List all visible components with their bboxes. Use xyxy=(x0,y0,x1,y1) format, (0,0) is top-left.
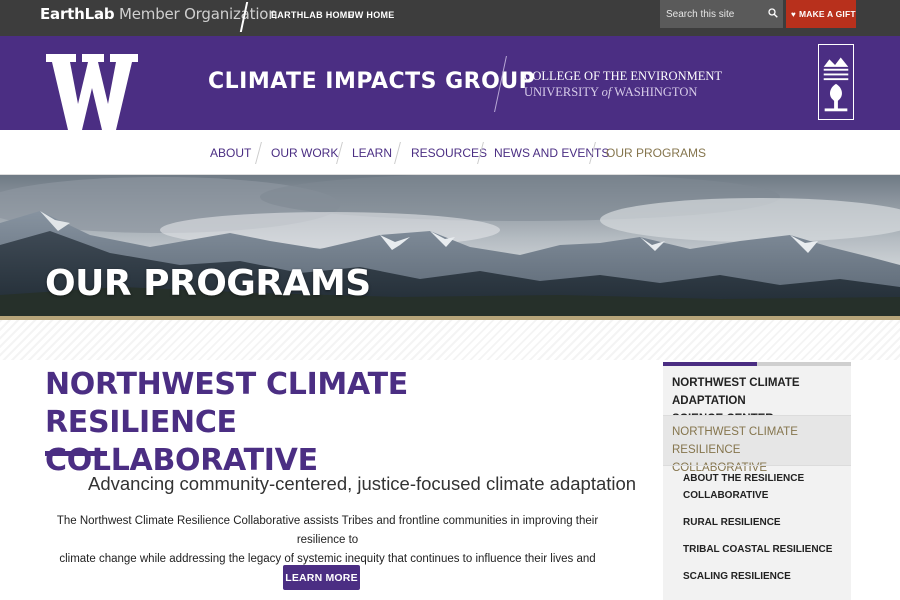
uw-w-logo[interactable] xyxy=(46,54,138,130)
nav-about[interactable]: ABOUT xyxy=(210,146,251,160)
nav-separator xyxy=(394,142,401,164)
earthlab-home-link[interactable]: EARTHLAB HOME xyxy=(271,10,354,20)
main-navigation: ABOUT OUR WORK LEARN RESOURCES NEWS AND … xyxy=(0,130,900,175)
sidebar-subitem-label: COLLABORATIVE xyxy=(683,490,769,501)
sidebar-divider xyxy=(663,465,851,466)
search-box xyxy=(660,0,783,28)
nav-learn[interactable]: LEARN xyxy=(352,146,392,160)
college-of-environment-link[interactable]: COLLEGE OF THE ENVIRONMENT UNIVERSITY of… xyxy=(524,68,722,100)
member-organization-text: Member Organization xyxy=(114,5,278,23)
make-a-gift-button[interactable]: ♥ MAKE A GIFT xyxy=(786,0,856,28)
hero-banner: OUR PROGRAMS xyxy=(0,175,900,317)
page-subtitle: Advancing community-centered, justice-fo… xyxy=(88,473,637,494)
heart-icon: ♥ xyxy=(791,10,796,19)
sidebar-item-label: NORTHWEST CLIMATE RESILIENCE xyxy=(672,426,798,456)
college-line: COLLEGE OF THE ENVIRONMENT xyxy=(524,69,723,83)
university-text: UNIVERSITY xyxy=(524,85,602,99)
gift-label: MAKE A GIFT xyxy=(798,9,856,19)
nav-resources[interactable]: RESOURCES xyxy=(411,146,487,160)
sidebar-item-label: NORTHWEST CLIMATE ADAPTATION xyxy=(672,377,800,407)
uw-home-link[interactable]: UW HOME xyxy=(348,10,395,20)
washington-text: WASHINGTON xyxy=(611,85,698,99)
page-title: NORTHWEST CLIMATE RESILIENCE COLLABORATI… xyxy=(45,366,565,480)
hero-title: OUR PROGRAMS xyxy=(45,263,371,304)
search-input[interactable] xyxy=(660,0,765,28)
earthlab-name: EarthLab xyxy=(40,5,115,23)
nav-our-work[interactable]: OUR WORK xyxy=(271,146,338,160)
utility-bar: EarthLab Member Organization EARTHLAB HO… xyxy=(0,0,900,36)
sidebar-subitem-tribal-coastal-resilience[interactable]: TRIBAL COASTAL RESILIENCE xyxy=(683,541,843,558)
university-line: UNIVERSITY of WASHINGTON xyxy=(524,84,722,100)
sidebar-subitem-rural-resilience[interactable]: RURAL RESILIENCE xyxy=(683,514,843,531)
sidebar-top-accent xyxy=(663,362,757,366)
site-title[interactable]: CLIMATE IMPACTS GROUP xyxy=(208,69,535,94)
learn-more-button[interactable]: LEARN MORE xyxy=(283,565,360,590)
nav-our-programs[interactable]: OUR PROGRAMS xyxy=(606,146,706,160)
sidebar-subitem-label: ABOUT THE RESILIENCE xyxy=(683,473,805,484)
nav-separator xyxy=(255,142,262,164)
sidebar-item-resilience-collaborative[interactable]: NORTHWEST CLIMATE RESILIENCE COLLABORATI… xyxy=(672,423,847,477)
sidebar-subitem-about[interactable]: ABOUT THE RESILIENCE COLLABORATIVE xyxy=(683,470,843,504)
search-icon[interactable] xyxy=(768,8,778,18)
of-text: of xyxy=(601,85,612,99)
sidebar-subitem-scaling-resilience[interactable]: SCALING RESILIENCE xyxy=(683,568,843,585)
page-title-line-1: NORTHWEST CLIMATE RESILIENCE xyxy=(45,367,408,440)
title-underline xyxy=(45,451,107,456)
decorative-stripe xyxy=(0,320,900,360)
intro-line-1: The Northwest Climate Resilience Collabo… xyxy=(56,515,599,546)
site-header: CLIMATE IMPACTS GROUP COLLEGE OF THE ENV… xyxy=(0,36,900,130)
programs-sidebar: NORTHWEST CLIMATE ADAPTATION SCIENCE CEN… xyxy=(663,362,851,600)
college-seal-icon[interactable] xyxy=(818,44,854,120)
